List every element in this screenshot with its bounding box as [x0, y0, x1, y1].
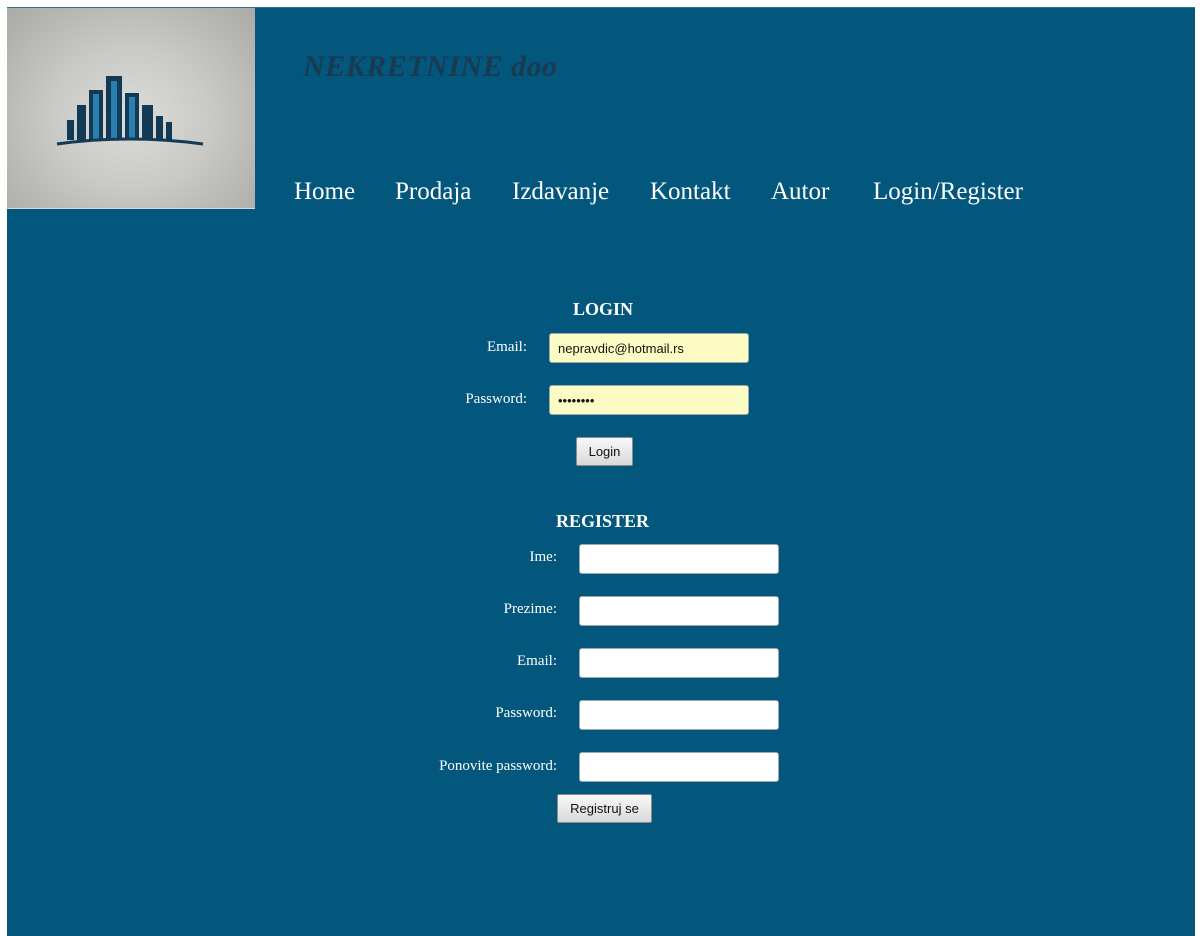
register-ime-label: Ime:	[529, 549, 558, 565]
register-button[interactable]: Registruj se	[557, 794, 652, 823]
site-title: NEKRETNINE doo	[303, 50, 558, 83]
page-background: NEKRETNINE doo Home Prodaja Izdavanje Ko…	[7, 7, 1195, 936]
nav-login-register[interactable]: Login/Register	[873, 178, 1023, 206]
login-button[interactable]: Login	[576, 437, 633, 466]
register-prezime-label: Prezime:	[503, 601, 557, 617]
nav-home[interactable]: Home	[294, 178, 355, 206]
register-password-input[interactable]	[579, 700, 779, 730]
login-email-input[interactable]	[549, 333, 749, 363]
logo[interactable]	[7, 8, 255, 209]
register-ime-input[interactable]	[579, 544, 779, 574]
login-password-label: Password:	[465, 391, 527, 407]
login-email-label: Email:	[487, 339, 527, 355]
nav-autor[interactable]: Autor	[771, 178, 829, 206]
register-email-label: Email:	[517, 653, 557, 669]
register-email-input[interactable]	[579, 648, 779, 678]
nav-kontakt[interactable]: Kontakt	[650, 178, 731, 206]
buildings-logo-icon	[56, 76, 204, 146]
nav-prodaja[interactable]: Prodaja	[395, 178, 471, 206]
login-title: LOGIN	[573, 299, 634, 319]
register-title: REGISTER	[556, 511, 650, 531]
register-repeat-password-label: Ponovite password:	[439, 758, 557, 774]
register-prezime-input[interactable]	[579, 596, 779, 626]
nav-izdavanje[interactable]: Izdavanje	[512, 178, 609, 206]
register-password-label: Password:	[495, 705, 557, 721]
register-repeat-password-input[interactable]	[579, 752, 779, 782]
login-password-input[interactable]	[549, 385, 749, 415]
